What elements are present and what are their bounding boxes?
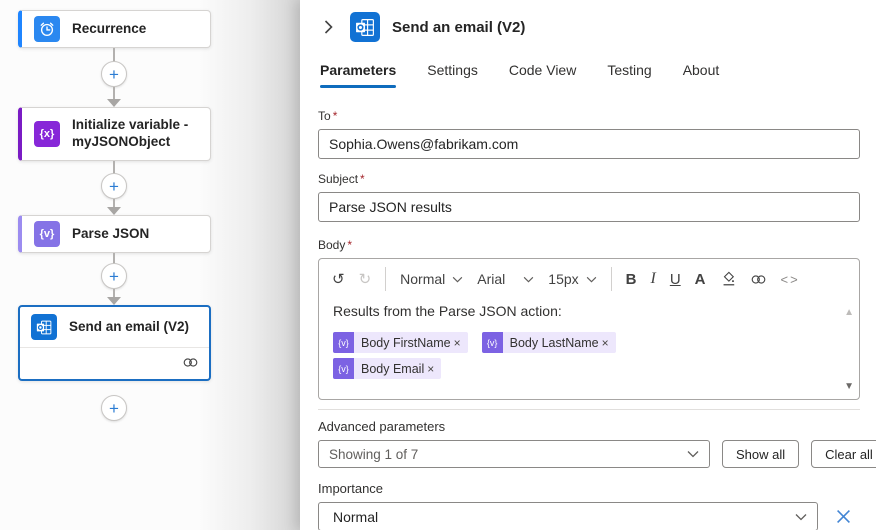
clear-all-button[interactable]: Clear all (811, 440, 876, 468)
token-body-email[interactable]: {v} Body Email × (333, 358, 441, 379)
required-asterisk: * (360, 172, 365, 186)
node-label: Parse JSON (72, 226, 149, 243)
panel-tabs: Parameters Settings Code View Testing Ab… (320, 62, 860, 88)
body-rich-text-editor: ↺ ↻ Normal Arial 15px B I U (318, 258, 860, 400)
dynamic-content-icon: {v} (333, 358, 354, 379)
dynamic-token-list: {v} Body FirstName × {v} Body LastName ×… (333, 332, 653, 379)
dynamic-content-icon: {v} (482, 332, 503, 353)
bold-button[interactable]: B (626, 272, 637, 287)
italic-button[interactable]: I (651, 271, 656, 287)
action-config-panel: Send an email (V2) Parameters Settings C… (300, 0, 876, 530)
insert-step-button[interactable]: + (101, 173, 127, 199)
outlook-icon (31, 314, 57, 340)
importance-row: Normal (318, 502, 860, 530)
to-field-label: To* (318, 109, 860, 123)
connector-arrow-icon (107, 297, 121, 305)
node-send-email-selected[interactable]: Send an email (V2) (18, 305, 211, 381)
chevron-down-icon (795, 513, 807, 521)
node-initialize-variable[interactable]: {x} Initialize variable - myJSONObject (18, 107, 211, 161)
node-recurrence[interactable]: Recurrence (18, 10, 211, 48)
highlighter-icon (720, 271, 736, 287)
code-view-button[interactable]: <> (781, 273, 800, 286)
workflow-canvas: Recurrence + {x} Initialize variable - m… (0, 0, 300, 530)
chevron-down-icon (687, 450, 699, 458)
node-parse-json[interactable]: {v} Parse JSON (18, 215, 211, 253)
outlook-icon (350, 12, 380, 42)
insert-step-button[interactable]: + (101, 263, 127, 289)
connector-arrow-icon (107, 207, 121, 215)
link-icon (750, 274, 767, 285)
advanced-parameters-row: Showing 1 of 7 Show all Clear all (318, 440, 860, 468)
body-field-label: Body* (318, 238, 860, 252)
font-family-dropdown[interactable]: Arial (477, 271, 534, 287)
close-icon (836, 509, 851, 524)
dynamic-content-icon: {v} (333, 332, 354, 353)
remove-token-icon[interactable]: × (427, 362, 434, 376)
panel-header: Send an email (V2) (318, 0, 860, 42)
node-label: Send an email (V2) (69, 319, 189, 336)
remove-token-icon[interactable]: × (602, 336, 609, 350)
tab-code-view[interactable]: Code View (509, 62, 576, 88)
tab-about[interactable]: About (683, 62, 720, 88)
to-input[interactable] (318, 129, 860, 159)
insert-step-button[interactable]: + (101, 395, 127, 421)
toolbar-divider (611, 267, 612, 291)
clear-importance-button[interactable] (836, 509, 851, 524)
token-body-firstname[interactable]: {v} Body FirstName × (333, 332, 468, 353)
advanced-parameters-label: Advanced parameters (318, 419, 860, 434)
body-content-area[interactable]: Results from the Parse JSON action: {v} … (319, 299, 859, 395)
chevron-down-icon (452, 276, 463, 283)
collapse-panel-chevron-icon[interactable] (318, 13, 338, 41)
required-asterisk: * (333, 109, 338, 123)
parse-json-icon: {v} (34, 221, 60, 247)
redo-icon[interactable]: ↻ (359, 272, 372, 287)
node-label: Recurrence (72, 21, 146, 38)
underline-button[interactable]: U (670, 272, 681, 287)
node-label: Initialize variable - myJSONObject (72, 117, 202, 151)
recurrence-clock-icon (34, 16, 60, 42)
required-asterisk: * (347, 238, 352, 252)
connector-arrow-icon (107, 99, 121, 107)
section-divider (318, 409, 860, 410)
subject-field-label: Subject* (318, 172, 860, 186)
subject-input[interactable] (318, 192, 860, 222)
panel-title: Send an email (V2) (392, 19, 525, 36)
importance-dropdown[interactable]: Normal (318, 502, 818, 530)
highlight-button[interactable] (720, 271, 736, 287)
paragraph-style-dropdown[interactable]: Normal (400, 271, 463, 287)
remove-token-icon[interactable]: × (454, 336, 461, 350)
connector-line (113, 48, 115, 62)
toolbar-divider (385, 267, 386, 291)
font-color-button[interactable]: A (695, 272, 706, 287)
link-button[interactable] (750, 274, 767, 285)
tab-parameters[interactable]: Parameters (320, 62, 396, 88)
scroll-down-icon[interactable]: ▼ (844, 381, 854, 392)
insert-step-button[interactable]: + (101, 61, 127, 87)
body-text: Results from the Parse JSON action: (333, 303, 833, 319)
tab-settings[interactable]: Settings (427, 62, 478, 88)
font-size-dropdown[interactable]: 15px (548, 271, 596, 287)
connection-status-icon (182, 355, 199, 373)
chevron-down-icon (586, 276, 597, 283)
scroll-up-icon[interactable]: ▲ (844, 307, 854, 318)
flow-designer: Recurrence + {x} Initialize variable - m… (0, 0, 876, 530)
show-all-button[interactable]: Show all (722, 440, 799, 468)
token-body-lastname[interactable]: {v} Body LastName × (482, 332, 616, 353)
tab-testing[interactable]: Testing (607, 62, 651, 88)
undo-icon[interactable]: ↺ (332, 272, 345, 287)
editor-toolbar: ↺ ↻ Normal Arial 15px B I U (319, 259, 859, 299)
importance-label: Importance (318, 481, 860, 496)
variable-icon: {x} (34, 121, 60, 147)
advanced-parameters-dropdown[interactable]: Showing 1 of 7 (318, 440, 710, 468)
chevron-down-icon (523, 276, 534, 283)
